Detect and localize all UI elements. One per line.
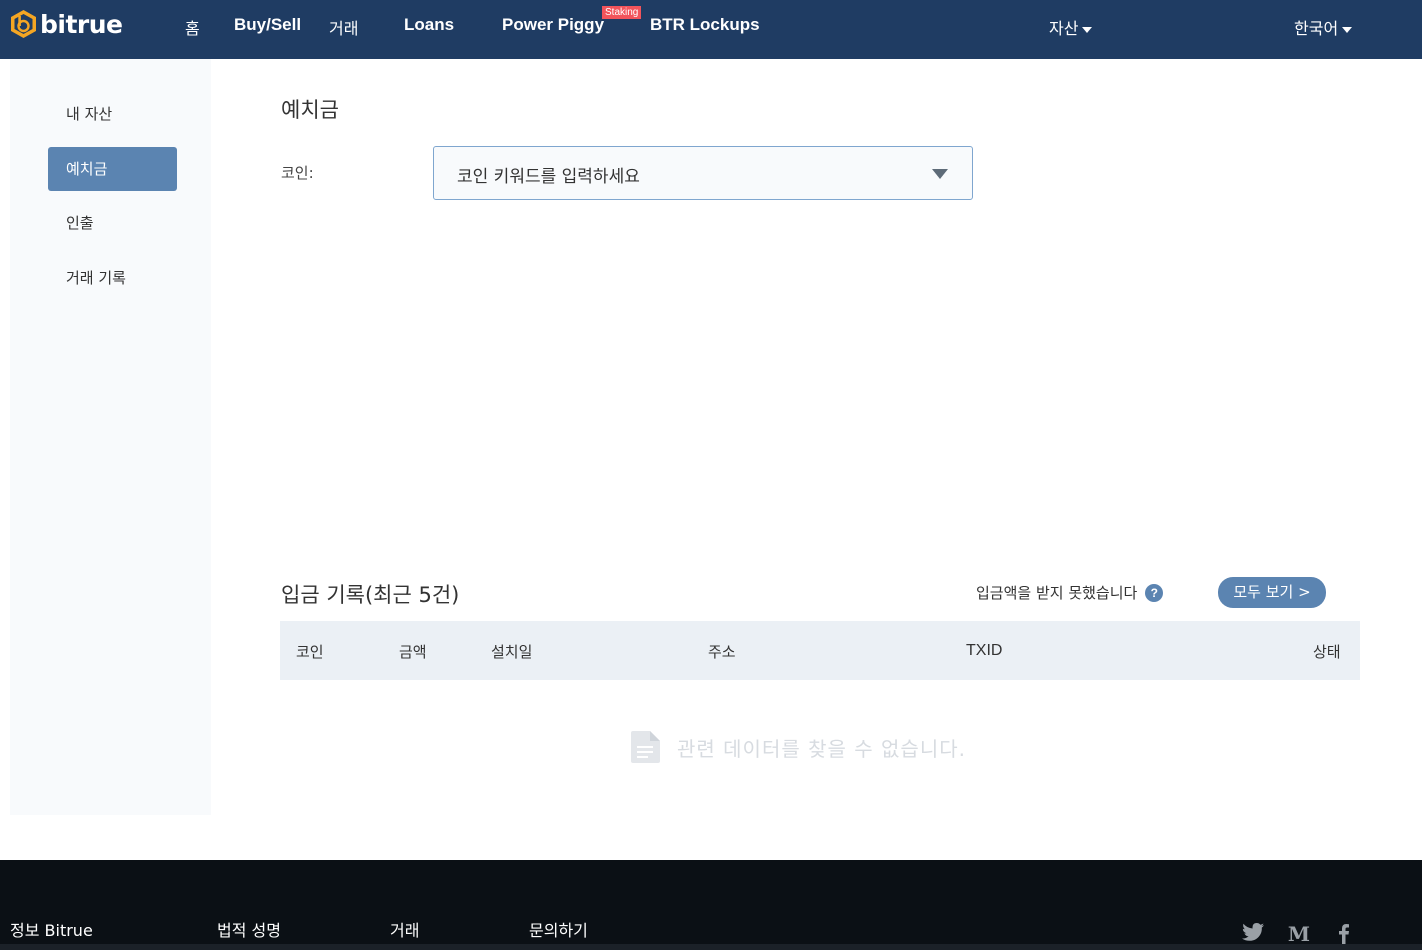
language-selector[interactable]: 한국어 — [1294, 15, 1353, 39]
empty-message: 관련 데이터를 찾을 수 없습니다. — [677, 736, 966, 761]
table-header: 코인 금액 설치일 주소 TXID 상태 — [280, 621, 1360, 680]
column-header-coin: 코인 — [296, 643, 324, 661]
brand-name: bitrue — [40, 9, 123, 39]
footer-link-trade[interactable]: 거래 — [390, 917, 419, 941]
sidebar-item-deposit[interactable]: 예치금 — [48, 147, 177, 191]
page-title: 예치금 — [281, 98, 339, 122]
nav-trade[interactable]: 거래 — [329, 15, 358, 39]
document-icon — [631, 731, 660, 763]
nav-btr-lockups[interactable]: BTR Lockups — [650, 15, 760, 35]
nav-buy-sell[interactable]: Buy/Sell — [234, 15, 301, 35]
assets-menu[interactable]: 자산 — [1049, 15, 1093, 39]
medium-icon[interactable]: M — [1287, 922, 1311, 944]
assets-menu-label: 자산 — [1049, 19, 1079, 38]
sidebar: 내 자산 예치금 인출 거래 기록 — [10, 59, 211, 815]
deposit-not-received-label: 입금액을 받지 못했습니다 — [976, 584, 1138, 602]
deposit-not-received-link[interactable]: 입금액을 받지 못했습니다 ? — [976, 582, 1164, 603]
footer: 정보 Bitrue 법적 성명 거래 문의하기 M — [0, 860, 1422, 950]
sidebar-item-my-assets[interactable]: 내 자산 — [48, 92, 177, 136]
sidebar-item-withdraw[interactable]: 인출 — [48, 201, 177, 245]
sidebar-item-trade-history[interactable]: 거래 기록 — [48, 256, 177, 300]
column-header-date: 설치일 — [491, 643, 533, 661]
footer-bottom-bar — [0, 944, 1422, 950]
facebook-icon[interactable] — [1332, 922, 1356, 944]
language-label: 한국어 — [1294, 19, 1339, 38]
twitter-icon[interactable] — [1241, 922, 1265, 944]
column-header-status: 상태 — [1313, 643, 1341, 661]
dropdown-arrow-icon — [932, 169, 948, 179]
view-all-button[interactable]: 모두 보기 > — [1218, 577, 1326, 608]
bitrue-logo-icon — [11, 10, 36, 38]
column-header-address: 주소 — [708, 643, 736, 661]
coin-label: 코인: — [281, 164, 314, 182]
footer-link-contact[interactable]: 문의하기 — [529, 917, 588, 941]
coin-select-placeholder: 코인 키워드를 입력하세요 — [457, 167, 640, 187]
footer-link-legal[interactable]: 법적 성명 — [217, 917, 281, 941]
top-navbar: bitrue 홈 Buy/Sell 거래 Loans Power Piggy S… — [0, 0, 1422, 59]
empty-state: 관련 데이터를 찾을 수 없습니다. — [631, 731, 966, 763]
nav-home[interactable]: 홈 — [185, 15, 200, 39]
coin-select[interactable]: 코인 키워드를 입력하세요 — [433, 146, 973, 200]
nav-power-piggy[interactable]: Power Piggy — [502, 15, 604, 35]
caret-down-icon — [1082, 26, 1093, 33]
footer-link-about[interactable]: 정보 Bitrue — [10, 917, 93, 941]
staking-badge: Staking — [602, 6, 642, 19]
column-header-txid: TXID — [966, 642, 1003, 659]
help-icon[interactable]: ? — [1145, 583, 1164, 602]
column-header-amount: 금액 — [399, 643, 427, 661]
caret-down-icon — [1342, 26, 1353, 33]
svg-text:M: M — [1288, 922, 1310, 944]
deposit-records-title: 입금 기록(최근 5건) — [281, 583, 460, 607]
bitrue-logo[interactable]: bitrue — [10, 8, 123, 40]
nav-loans[interactable]: Loans — [404, 15, 454, 35]
